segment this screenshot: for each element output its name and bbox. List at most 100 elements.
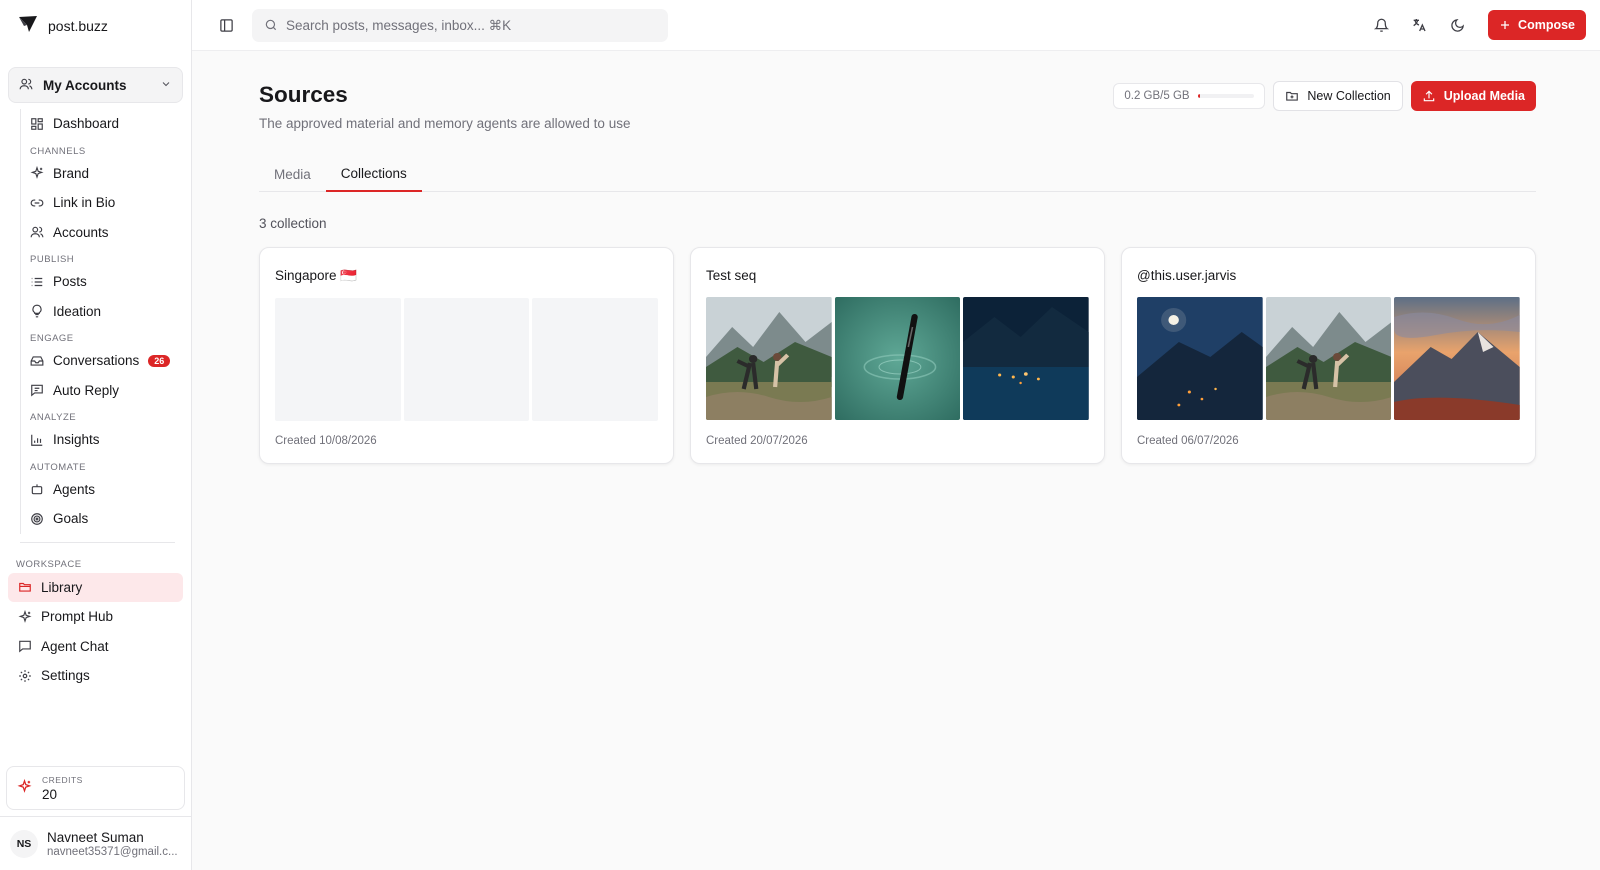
- collection-thumbnails: [706, 297, 1090, 420]
- dashboard-icon: [31, 117, 43, 130]
- section-publish: PUBLISH: [30, 254, 75, 265]
- search-input[interactable]: [286, 17, 646, 33]
- sidebar-item-brand[interactable]: Brand: [21, 159, 175, 189]
- collection-grid: Singapore 🇸🇬 Created 10/08/2026 Test seq: [259, 247, 1536, 464]
- page-subtitle: The approved material and memory agents …: [259, 116, 631, 131]
- sidebar-item-dashboard[interactable]: Dashboard: [21, 109, 175, 139]
- section-workspace: WORKSPACE: [16, 558, 82, 570]
- compose-button[interactable]: Compose: [1488, 10, 1586, 40]
- search-icon: [265, 19, 277, 31]
- lightbulb-icon: [32, 304, 42, 318]
- compose-label: Compose: [1518, 18, 1575, 32]
- sidebar-item-posts[interactable]: Posts: [21, 267, 175, 297]
- sidebar-item-label: Insights: [53, 432, 100, 448]
- collection-card[interactable]: Singapore 🇸🇬 Created 10/08/2026: [259, 247, 674, 464]
- collection-created-date: Created 20/07/2026: [706, 435, 808, 447]
- search-bar[interactable]: [252, 8, 668, 42]
- thumbnail-pen-water[interactable]: [834, 297, 961, 420]
- language-button[interactable]: [1410, 16, 1428, 34]
- user-email: navneet35371@gmail.c...: [47, 845, 178, 858]
- thumbnail-sunset-mountain[interactable]: [1394, 297, 1521, 420]
- upload-media-label: Upload Media: [1443, 89, 1525, 103]
- folder-open-icon: [19, 583, 31, 592]
- translate-icon: [1413, 19, 1426, 32]
- brand[interactable]: post.buzz: [0, 0, 191, 51]
- new-collection-button[interactable]: New Collection: [1273, 81, 1403, 111]
- thumbnail-couple-mountain[interactable]: [706, 297, 832, 420]
- sidebar-item-prompt-hub[interactable]: Prompt Hub: [8, 602, 183, 632]
- user-name: Navneet Suman: [47, 829, 144, 845]
- storage-bar-fill: [1197, 94, 1200, 98]
- sparkles-icon: [30, 166, 44, 180]
- conversations-badge: 26: [148, 354, 171, 367]
- moon-icon: [1450, 18, 1464, 32]
- sidebar-item-link-in-bio[interactable]: Link in Bio: [21, 188, 175, 218]
- folder-plus-icon: [1286, 91, 1299, 101]
- account-switcher[interactable]: My Accounts: [8, 67, 183, 103]
- topbar: Compose: [192, 0, 1600, 51]
- bot-icon: [31, 484, 43, 495]
- sidebar-item-settings[interactable]: Settings: [8, 661, 183, 691]
- sidebar-item-label: Goals: [53, 511, 89, 527]
- avatar: NS: [10, 829, 38, 858]
- page-content: Sources The approved material and memory…: [192, 51, 1600, 464]
- sidebar-item-auto-reply[interactable]: Auto Reply: [21, 376, 175, 406]
- theme-toggle-button[interactable]: [1448, 16, 1466, 34]
- thumbnail-night-lake[interactable]: [963, 297, 1090, 420]
- chevron-down-icon: [160, 78, 172, 93]
- credits-value: 20: [42, 786, 58, 802]
- storage-bar: [1197, 94, 1255, 98]
- collection-card[interactable]: Test seq Created 20/07/2026: [690, 247, 1105, 464]
- collection-thumbnails: [275, 298, 659, 421]
- sidebar-item-accounts[interactable]: Accounts: [21, 218, 175, 248]
- sidebar-toggle-button[interactable]: [216, 15, 236, 35]
- sidebar-item-conversations[interactable]: Conversations 26: [21, 346, 175, 376]
- storage-indicator: 0.2 GB/5 GB: [1113, 83, 1266, 109]
- collection-count: 3 collection: [259, 216, 327, 231]
- app-root: post.buzz My Accounts Dashboard CHANNELS…: [0, 0, 1600, 870]
- collection-title: @this.user.jarvis: [1137, 268, 1237, 283]
- sidebar-item-library[interactable]: Library: [8, 572, 183, 602]
- sidebar: post.buzz My Accounts Dashboard CHANNELS…: [0, 0, 192, 870]
- sidebar-item-label: Link in Bio: [53, 195, 116, 211]
- inbox-icon: [30, 356, 44, 366]
- page-actions: 0.2 GB/5 GB New Collection Upload Media: [1113, 81, 1536, 111]
- sidebar-item-label: Auto Reply: [53, 382, 120, 398]
- section-channels: CHANNELS: [30, 145, 86, 157]
- thumbnail-couple-mountain[interactable]: [1265, 297, 1392, 420]
- plus-icon: [1501, 21, 1510, 29]
- tab-collections[interactable]: Collections: [325, 157, 422, 192]
- users-icon: [19, 77, 33, 94]
- sidebar-item-label: Agents: [53, 481, 96, 497]
- sidebar-item-label: Prompt Hub: [41, 609, 114, 625]
- sidebar-item-label: Library: [41, 579, 83, 595]
- account-switcher-label: My Accounts: [43, 77, 127, 93]
- topbar-actions: Compose: [1372, 10, 1586, 40]
- collection-card[interactable]: @this.user.jarvis Created 06/07/2026: [1121, 247, 1536, 464]
- main-area: Compose Sources The approved material an…: [192, 0, 1600, 870]
- thumbnail-placeholder: [403, 298, 530, 421]
- bell-icon: [1373, 18, 1389, 32]
- notifications-button[interactable]: [1372, 16, 1390, 34]
- message-square-icon: [31, 385, 43, 397]
- sidebar-item-ideation[interactable]: Ideation: [21, 297, 175, 327]
- collection-thumbnails: [1137, 297, 1521, 420]
- upload-media-button[interactable]: Upload Media: [1410, 81, 1536, 111]
- thumbnail-moon-mountain[interactable]: [1137, 297, 1263, 420]
- upload-icon: [1423, 90, 1434, 102]
- sidebar-item-goals[interactable]: Goals: [21, 504, 175, 534]
- section-automate: AUTOMATE: [30, 461, 86, 473]
- sidebar-item-agents[interactable]: Agents: [21, 475, 175, 505]
- tab-media[interactable]: Media: [259, 157, 326, 192]
- user-profile[interactable]: NS Navneet Suman navneet35371@gmail.c...: [0, 816, 191, 870]
- credits-panel[interactable]: CREDITS 20: [6, 766, 185, 810]
- sidebar-item-agent-chat[interactable]: Agent Chat: [8, 632, 183, 662]
- account-nav: Dashboard CHANNELS Brand Link in Bio Acc…: [20, 109, 175, 534]
- target-icon: [31, 512, 43, 525]
- thumbnail-placeholder: [532, 298, 659, 421]
- collection-title: Singapore 🇸🇬: [275, 268, 358, 283]
- sidebar-item-insights[interactable]: Insights: [21, 425, 175, 455]
- gear-icon: [19, 669, 31, 682]
- thumbnail-placeholder: [275, 298, 401, 421]
- storage-text: 0.2 GB/5 GB: [1124, 90, 1190, 102]
